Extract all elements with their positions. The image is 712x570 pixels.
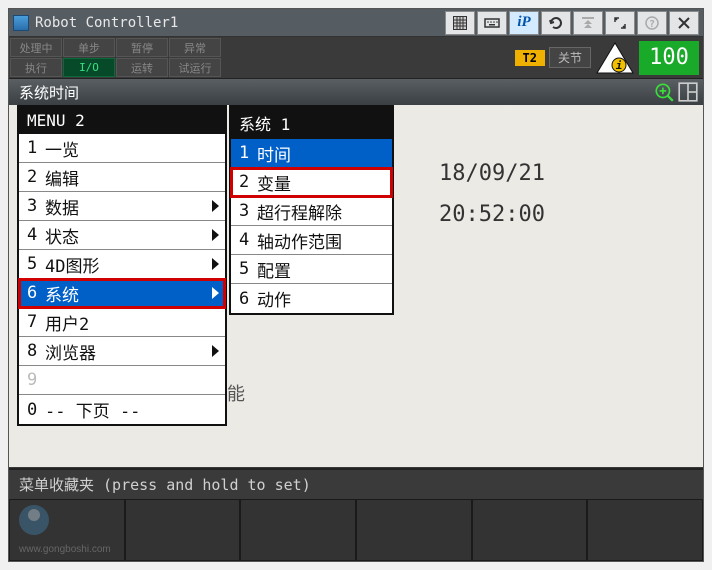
svg-text:i: i — [616, 59, 623, 72]
main-menu-title: MENU 2 — [19, 107, 225, 134]
menu-item-label: 超行程解除 — [257, 199, 342, 224]
menu-item-number: 4 — [239, 230, 257, 250]
main-area: 18/09/21 20:52:00 能 MENU 2 1一览2编辑3数据4状态5… — [9, 105, 703, 467]
chevron-right-icon — [212, 258, 219, 270]
favorite-slot[interactable] — [240, 499, 356, 561]
favorite-slot[interactable] — [587, 499, 703, 561]
main-menu: MENU 2 1一览2编辑3数据4状态54D图形6系统7用户28浏览器90-- … — [17, 105, 227, 426]
chevron-right-icon — [212, 229, 219, 241]
ip-button[interactable]: iP — [509, 11, 539, 35]
joint-badge[interactable]: 关节 — [549, 47, 591, 68]
menu-item[interactable]: 2编辑 — [19, 163, 225, 192]
status-cell[interactable]: I/O — [63, 58, 115, 77]
menu-item-number: 7 — [27, 312, 45, 332]
menu-item-number: 5 — [239, 259, 257, 279]
datetime-display: 18/09/21 20:52:00 — [439, 161, 545, 243]
footer: 菜单收藏夹 (press and hold to set) www.gongbo… — [9, 468, 703, 561]
menu-item-label: 动作 — [257, 286, 291, 311]
menu-item-number: 8 — [27, 341, 45, 361]
menu-item[interactable]: 6系统 — [19, 279, 225, 308]
menu-item: 9 — [19, 366, 225, 395]
menu-item[interactable]: 7用户2 — [19, 308, 225, 337]
menu-item[interactable]: 1时间 — [231, 139, 392, 168]
close-icon[interactable] — [669, 11, 699, 35]
menu-item-number: 6 — [239, 289, 257, 309]
layout-icon[interactable] — [677, 81, 699, 103]
time-value: 20:52:00 — [439, 202, 545, 227]
t2-badge: T2 — [515, 50, 545, 66]
menu-item-number: 6 — [27, 283, 45, 303]
menu-item-label: 配置 — [257, 257, 291, 282]
menu-item-label: -- 下页 -- — [45, 397, 140, 422]
menu-item-number: 4 — [27, 225, 45, 245]
chevron-right-icon — [212, 345, 219, 357]
page-title: 系统时间 — [19, 82, 79, 103]
status-cell[interactable]: 处理中 — [10, 38, 62, 57]
status-cell[interactable]: 执行 — [10, 58, 62, 77]
menu-item-number: 3 — [239, 201, 257, 221]
menu-item[interactable]: 1一览 — [19, 134, 225, 163]
menu-item[interactable]: 6动作 — [231, 284, 392, 313]
menu-item-number: 2 — [27, 167, 45, 187]
menu-item-label: 轴动作范围 — [257, 228, 342, 253]
chevron-right-icon — [212, 200, 219, 212]
svg-text:?: ? — [649, 19, 655, 30]
menu-item[interactable]: 8浏览器 — [19, 337, 225, 366]
expand-icon[interactable] — [605, 11, 635, 35]
menu-item[interactable]: 3超行程解除 — [231, 197, 392, 226]
zoom-plus-icon[interactable] — [653, 81, 675, 103]
favorite-slot[interactable] — [472, 499, 588, 561]
app-icon — [13, 15, 29, 31]
menu-item[interactable]: 2变量 — [231, 168, 392, 197]
system-submenu-title: 系统 1 — [231, 107, 392, 139]
menu-item[interactable]: 54D图形 — [19, 250, 225, 279]
menu-item-label: 一览 — [45, 136, 79, 161]
chevron-right-icon — [212, 287, 219, 299]
top-icon[interactable] — [573, 11, 603, 35]
system-submenu: 系统 1 1时间2变量3超行程解除4轴动作范围5配置6动作 — [229, 105, 394, 315]
menu-item-label: 4D图形 — [45, 252, 99, 277]
keyboard-icon[interactable] — [477, 11, 507, 35]
menu-item-label: 用户2 — [45, 310, 89, 335]
menu-item-label: 系统 — [45, 281, 79, 306]
warning-icon[interactable]: i — [595, 41, 635, 75]
menu-item[interactable]: 5配置 — [231, 255, 392, 284]
menu-item-number: 9 — [27, 370, 45, 390]
menu-item-number: 1 — [27, 138, 45, 158]
undo-icon[interactable] — [541, 11, 571, 35]
status-cell[interactable]: 运转 — [116, 58, 168, 77]
menu-item-label: 状态 — [45, 223, 79, 248]
grid-icon[interactable] — [445, 11, 475, 35]
help-icon[interactable]: ? — [637, 11, 667, 35]
menu-item-number: 5 — [27, 254, 45, 274]
menu-item-number: 2 — [239, 172, 257, 192]
favorite-slot[interactable] — [356, 499, 472, 561]
menu-item-number: 0 — [27, 400, 45, 420]
speed-display[interactable]: 100 — [639, 41, 699, 75]
menu-item-number: 3 — [27, 196, 45, 216]
menu-item[interactable]: 4轴动作范围 — [231, 226, 392, 255]
status-cell[interactable]: 异常 — [169, 38, 221, 57]
footer-label: 菜单收藏夹 (press and hold to set) — [9, 470, 703, 499]
favorite-slot[interactable] — [125, 499, 241, 561]
status-cell[interactable]: 试运行 — [169, 58, 221, 77]
menu-item[interactable]: 0-- 下页 -- — [19, 395, 225, 424]
menu-item-label: 时间 — [257, 141, 291, 166]
menu-item-label: 浏览器 — [45, 339, 96, 364]
menu-item[interactable]: 3数据 — [19, 192, 225, 221]
menu-item-number: 1 — [239, 143, 257, 163]
watermark: www.gongboshi.com — [19, 544, 111, 555]
remnant-text: 能 — [227, 380, 245, 406]
menu-item-label: 编辑 — [45, 165, 79, 190]
menu-item-label: 数据 — [45, 194, 79, 219]
menu-item[interactable]: 4状态 — [19, 221, 225, 250]
status-cell[interactable]: 单步 — [63, 38, 115, 57]
date-value: 18/09/21 — [439, 161, 545, 186]
window-title: Robot Controller1 — [35, 15, 439, 31]
titlebar: Robot Controller1 iP ? — [9, 9, 703, 37]
status-row: 处理中单步暂停异常执行I/O运转试运行 T2 关节 i 100 — [9, 37, 703, 79]
page-header: 系统时间 — [9, 79, 703, 105]
menu-item-label: 变量 — [257, 170, 291, 195]
status-cell[interactable]: 暂停 — [116, 38, 168, 57]
